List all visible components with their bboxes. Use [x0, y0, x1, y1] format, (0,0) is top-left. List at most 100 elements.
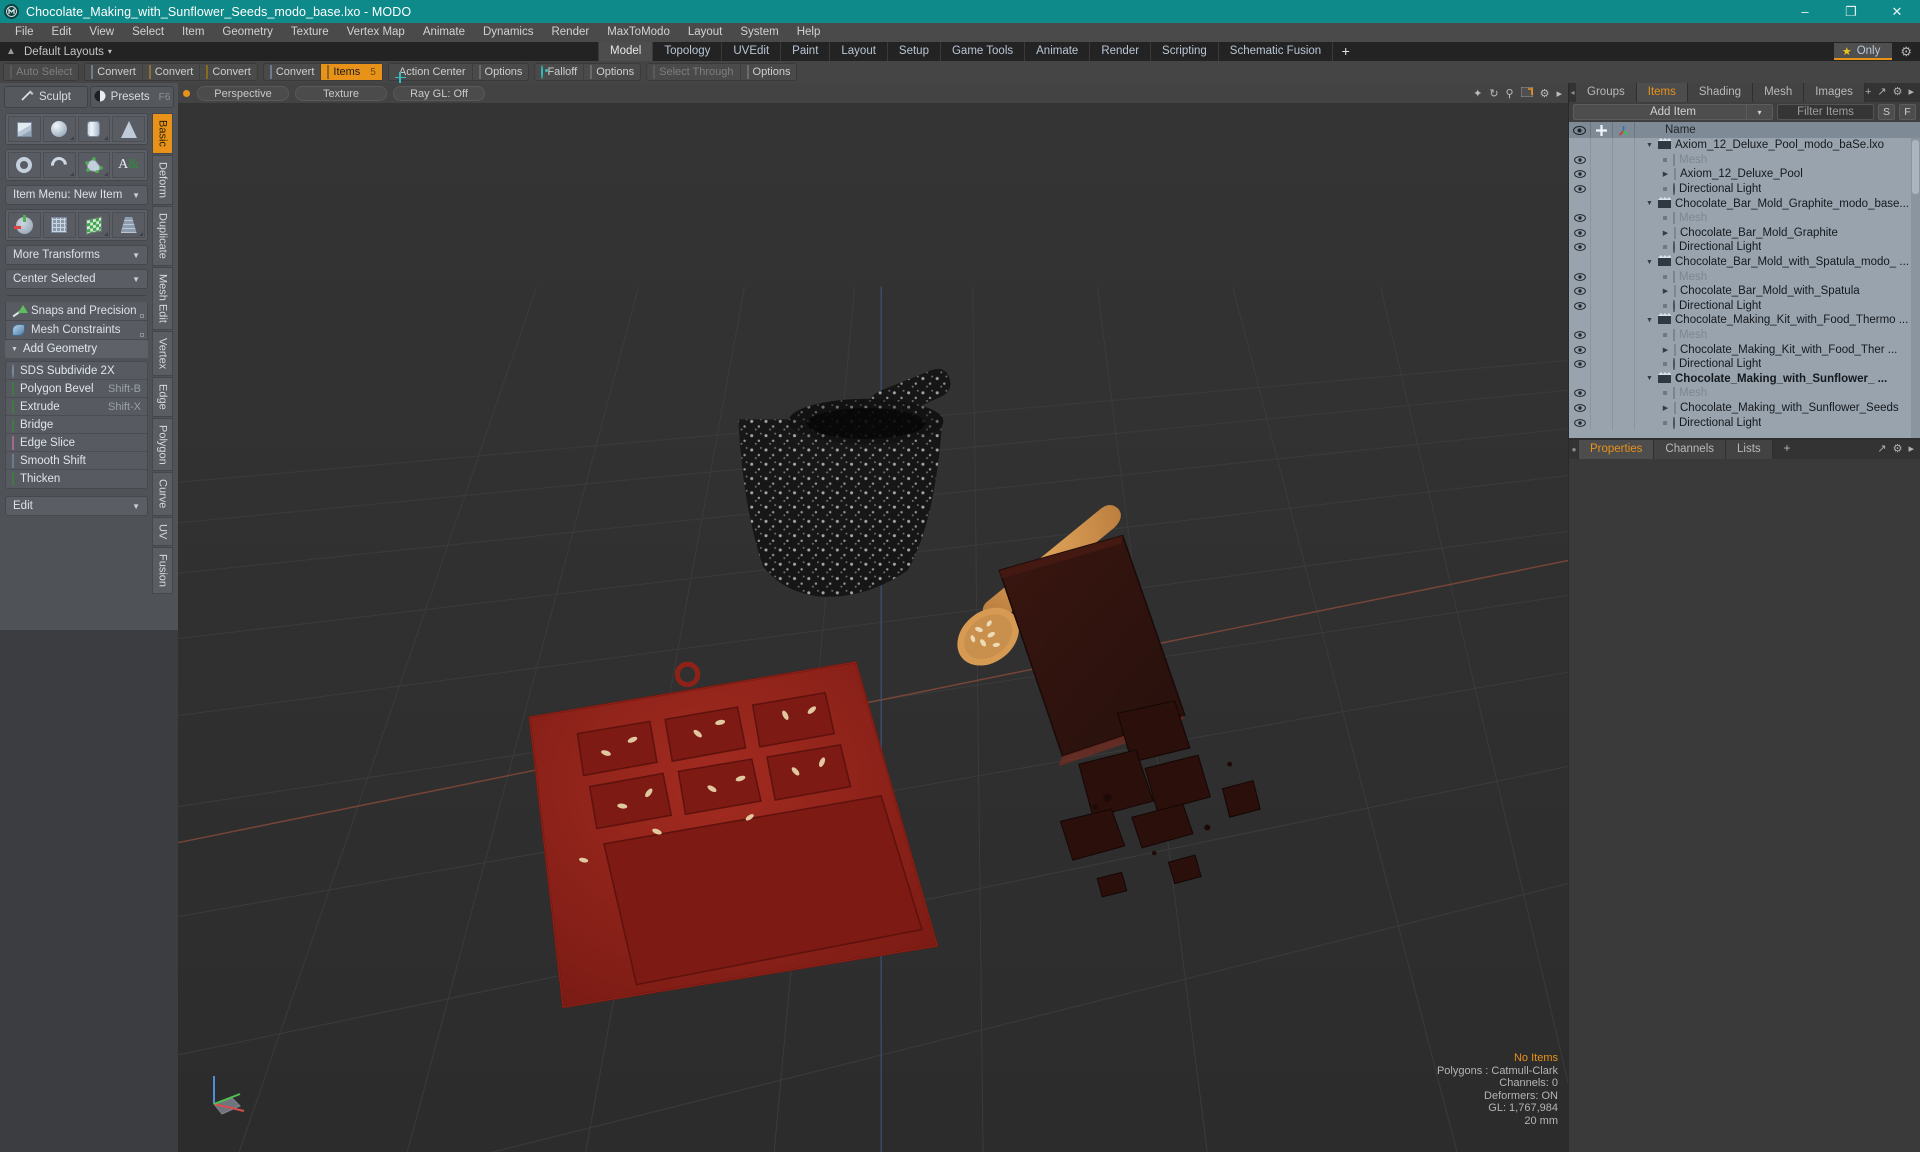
- visibility-eye-icon[interactable]: [1569, 269, 1591, 284]
- tree-column-lock[interactable]: [1591, 371, 1613, 387]
- viewport-tab-raygl[interactable]: Ray GL: Off: [393, 85, 485, 101]
- chevron-down-icon[interactable]: ▾: [1746, 105, 1772, 119]
- left-vertical-tab-uv[interactable]: UV: [152, 516, 173, 547]
- menu-item-geometry[interactable]: Geometry: [213, 23, 282, 42]
- options-handle-icon[interactable]: [140, 314, 144, 318]
- torus-icon[interactable]: [8, 152, 41, 178]
- toolbar-button-select-through-50[interactable]: Select Through: [647, 64, 741, 80]
- twisty-right-icon[interactable]: ▶: [1661, 404, 1670, 412]
- menu-item-maxtomodo[interactable]: MaxToModo: [598, 23, 679, 42]
- toolbar-button-convert-12[interactable]: Convert: [200, 64, 257, 80]
- snaps-and-precision-row[interactable]: Snaps and Precision: [5, 302, 148, 321]
- tool-row-polygon-bevel[interactable]: Polygon Bevel Shift-B: [6, 380, 147, 398]
- tree-column-rig[interactable]: [1613, 386, 1635, 401]
- twisty-right-icon[interactable]: ▶: [1661, 346, 1670, 354]
- tree-row[interactable]: Mesh: [1569, 210, 1920, 226]
- gear-icon[interactable]: ⚙: [1896, 44, 1916, 60]
- tree-column-lock[interactable]: [1591, 225, 1613, 241]
- tree-column-lock[interactable]: [1591, 283, 1613, 299]
- tree-column-lock[interactable]: [1591, 342, 1613, 357]
- tree-row[interactable]: ▶ Chocolate_Bar_Mold_with_Spatula: [1569, 283, 1920, 299]
- tree-row[interactable]: ▶ Chocolate_Making_with_Sunflower_Seeds: [1569, 400, 1920, 416]
- properties-tab-lists[interactable]: Lists: [1726, 440, 1773, 459]
- presets-tab[interactable]: Presets F6: [90, 86, 174, 108]
- tree-column-rig[interactable]: [1613, 196, 1635, 211]
- layout-tab-scripting[interactable]: Scripting: [1150, 42, 1218, 61]
- properties-tab-properties[interactable]: Properties: [1579, 440, 1655, 459]
- item-menu-dropdown[interactable]: Item Menu: New Item ▼: [5, 185, 148, 205]
- layout-tab-topology[interactable]: Topology: [652, 42, 721, 61]
- right-tab-mesh-[interactable]: Mesh ...: [1753, 83, 1805, 117]
- tree-column-lock[interactable]: [1591, 138, 1613, 153]
- grid-icon[interactable]: [42, 212, 76, 238]
- visibility-eye-icon[interactable]: [1569, 210, 1591, 226]
- add-item-button[interactable]: Add Item ▾: [1573, 104, 1773, 120]
- tree-column-rig[interactable]: [1613, 152, 1635, 168]
- twisty-right-icon[interactable]: ▶: [1661, 170, 1670, 178]
- left-vertical-tab-polygon[interactable]: Polygon: [152, 417, 173, 472]
- visibility-eye-icon[interactable]: [1569, 386, 1591, 401]
- filter-s-button[interactable]: S: [1878, 104, 1895, 120]
- menu-item-vertex-map[interactable]: Vertex Map: [338, 23, 414, 42]
- visibility-eye-icon[interactable]: [1569, 356, 1591, 372]
- polygon-icon[interactable]: [77, 152, 111, 178]
- tree-column-rig[interactable]: [1613, 298, 1635, 314]
- twisty-right-icon[interactable]: ▶: [1661, 229, 1670, 237]
- menu-item-render[interactable]: Render: [542, 23, 598, 42]
- tree-column-lock[interactable]: [1591, 240, 1613, 255]
- filter-items-input[interactable]: Filter Items: [1777, 104, 1874, 120]
- spiral-icon[interactable]: [42, 152, 76, 178]
- tree-column-lock[interactable]: [1591, 327, 1613, 343]
- layout-tab-layout[interactable]: Layout: [829, 42, 887, 61]
- visibility-eye-icon[interactable]: [1569, 181, 1591, 197]
- tree-column-rig[interactable]: [1613, 400, 1635, 416]
- expand-icon[interactable]: ↗: [1877, 440, 1886, 459]
- layout-tab-animate[interactable]: Animate: [1024, 42, 1089, 61]
- tree-column-lock[interactable]: [1591, 210, 1613, 226]
- tree-column-rig[interactable]: [1613, 225, 1635, 241]
- refresh-icon[interactable]: ↻: [1489, 87, 1498, 100]
- chevron-right-icon[interactable]: ▸: [1908, 440, 1914, 459]
- taper-icon[interactable]: [112, 212, 145, 238]
- sculpt-tab[interactable]: Sculpt: [4, 86, 88, 108]
- visibility-eye-icon[interactable]: [1569, 371, 1591, 387]
- menu-item-file[interactable]: File: [6, 23, 43, 42]
- visibility-eye-icon[interactable]: [1569, 152, 1591, 168]
- tree-column-rig[interactable]: [1613, 210, 1635, 226]
- viewport-tab-perspective[interactable]: Perspective: [197, 85, 289, 101]
- tree-column-rig[interactable]: [1613, 138, 1635, 153]
- axis-gizmo[interactable]: [200, 1064, 256, 1120]
- tree-column-rig[interactable]: [1613, 342, 1635, 357]
- tree-column-rig[interactable]: [1613, 181, 1635, 197]
- left-vertical-tab-duplicate[interactable]: Duplicate: [152, 205, 173, 266]
- visibility-eye-icon[interactable]: [1569, 225, 1591, 241]
- tree-column-lock[interactable]: [1591, 269, 1613, 284]
- tool-row-bridge[interactable]: Bridge: [6, 416, 147, 434]
- tree-row[interactable]: ▼ Axiom_12_Deluxe_Pool_modo_baSe.lxo: [1569, 138, 1920, 153]
- layout-tab-uvedit[interactable]: UVEdit: [721, 42, 780, 61]
- tree-column-lock[interactable]: [1591, 152, 1613, 168]
- toolbar-button-action-center-30[interactable]: Action Center: [389, 64, 473, 80]
- checker-icon[interactable]: [77, 212, 111, 238]
- tool-row-extrude[interactable]: Extrude Shift-X: [6, 398, 147, 416]
- toolbar-button-convert-11[interactable]: Convert: [143, 64, 201, 80]
- visibility-eye-icon[interactable]: [1569, 254, 1591, 270]
- tree-scrollbar-thumb[interactable]: [1912, 140, 1919, 194]
- tree-column-rig[interactable]: [1613, 269, 1635, 284]
- visibility-eye-icon[interactable]: [1569, 400, 1591, 416]
- left-vertical-tab-mesh-edit[interactable]: Mesh Edit: [152, 266, 173, 330]
- mesh-constraints-row[interactable]: Mesh Constraints: [5, 321, 148, 340]
- add-layout-button[interactable]: +: [1332, 42, 1358, 61]
- tree-column-lock[interactable]: [1591, 400, 1613, 416]
- left-vertical-tab-edge[interactable]: Edge: [152, 376, 173, 417]
- close-button[interactable]: ✕: [1874, 0, 1920, 23]
- tree-column-rig[interactable]: [1613, 356, 1635, 372]
- tree-row[interactable]: Mesh: [1569, 269, 1920, 284]
- tree-row[interactable]: ▼ Chocolate_Bar_Mold_with_Spatula_modo_ .…: [1569, 254, 1920, 270]
- visibility-eye-icon[interactable]: [1569, 196, 1591, 211]
- tree-row[interactable]: ▶ Chocolate_Bar_Mold_Graphite: [1569, 225, 1920, 241]
- tree-column-lock[interactable]: [1591, 386, 1613, 401]
- visibility-eye-icon[interactable]: [1569, 240, 1591, 255]
- axis-transform-icon[interactable]: [8, 212, 41, 238]
- text-icon[interactable]: A&: [112, 152, 145, 178]
